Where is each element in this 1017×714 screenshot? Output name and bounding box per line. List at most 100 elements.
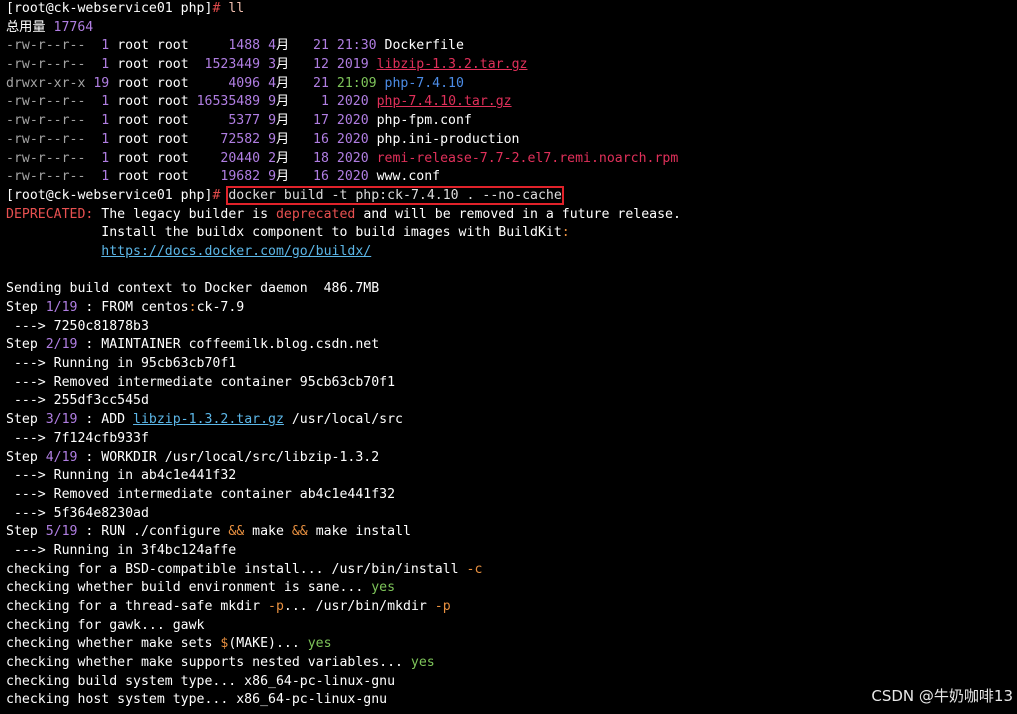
- terminal-text: Step: [6, 300, 46, 315]
- terminal-text: :: [561, 225, 570, 241]
- terminal-text: 16535489: [196, 94, 261, 110]
- terminal-line: Step 2/19 : MAINTAINER coffeemilk.blog.c…: [6, 336, 1017, 355]
- terminal-text: 21: [313, 38, 329, 54]
- terminal-text: 总用量: [6, 19, 54, 35]
- terminal-text: 19: [93, 75, 110, 91]
- terminal-text: 1488: [228, 38, 261, 54]
- terminal-line: drwxr-xr-x 19 root root 4096 4月 21 21:09…: [6, 75, 1017, 94]
- terminal-line: ---> Running in 3f4bc124affe: [6, 542, 1017, 561]
- terminal-text: yes: [307, 636, 332, 652]
- terminal-text: 2020: [336, 150, 369, 166]
- terminal-window[interactable]: [root@ck-webservice01 php]# ll 总用量 17764-…: [0, 0, 1017, 714]
- terminal-text: -rw-r--r--: [6, 94, 86, 110]
- terminal-text: [root@ck-webservice01 php]: [6, 1, 213, 16]
- terminal-text: Step: [6, 337, 46, 353]
- terminal-text: drwxr-xr-x: [6, 75, 86, 91]
- terminal-text: 21:09: [336, 75, 377, 91]
- csdn-watermark: CSDN @牛奶咖啡13: [871, 687, 1013, 705]
- terminal-text: 1523449: [204, 57, 261, 73]
- terminal-text: Step: [6, 449, 46, 465]
- terminal-text: checking whether make sets: [6, 636, 221, 652]
- terminal-text: 21:30: [336, 38, 377, 54]
- terminal-text: and will be removed in a future release.: [355, 206, 681, 222]
- terminal-text: php-7.4.10: [384, 75, 464, 91]
- terminal-text: ---> Removed intermediate container ab4c…: [6, 486, 396, 502]
- terminal-text: &&: [291, 524, 308, 540]
- terminal-line: checking whether make sets $(MAKE)... ye…: [6, 635, 1017, 654]
- terminal-line: checking whether build environment is sa…: [6, 579, 1017, 598]
- terminal-text: : ADD: [77, 412, 134, 428]
- terminal-text: remi-release-7.7-2.el7.remi.noarch.rpm: [376, 150, 679, 166]
- terminal-text: libzip-1.3.2.tar.gz: [133, 412, 284, 428]
- terminal-text: checking whether build environment is sa…: [6, 580, 372, 596]
- terminal-line: Step 5/19 : RUN ./configure && make && m…: [6, 523, 1017, 542]
- terminal-text: -c: [466, 561, 483, 577]
- terminal-text: root root: [109, 94, 197, 110]
- terminal-text: root root: [109, 38, 229, 54]
- terminal-text: #: [212, 187, 229, 203]
- terminal-text: [root@ck-webservice01 php]: [6, 187, 213, 203]
- terminal-text: root root: [109, 75, 229, 91]
- terminal-text: ---> 7f124cfb933f: [6, 430, 149, 446]
- terminal-line: checking build system type... x86_64-pc-…: [6, 673, 1017, 692]
- terminal-text: 18: [313, 150, 329, 166]
- terminal-line: -rw-r--r-- 1 root root 20440 2月 18 2020 …: [6, 150, 1017, 169]
- terminal-text: ---> 255df3cc545d: [6, 393, 149, 409]
- terminal-text: 4: [268, 38, 277, 54]
- terminal-text: 2020: [336, 169, 369, 185]
- terminal-text: https://docs.docker.com/go/buildx/: [101, 243, 372, 259]
- terminal-text: 9: [268, 94, 277, 110]
- terminal-text: #: [212, 1, 229, 16]
- terminal-text: : RUN ./configure: [77, 524, 229, 540]
- terminal-text: The legacy builder is: [93, 206, 276, 222]
- terminal-text: 2020: [336, 131, 369, 147]
- terminal-text: -rw-r--r--: [6, 113, 86, 129]
- terminal-text: 2: [268, 150, 277, 166]
- terminal-line: ---> 255df3cc545d: [6, 392, 1017, 411]
- terminal-text: :: [188, 300, 197, 315]
- terminal-text: php.ini-production: [368, 131, 520, 147]
- terminal-text: yes: [371, 580, 396, 596]
- terminal-line: Step 4/19 : WORKDIR /usr/local/src/libzi…: [6, 449, 1017, 468]
- terminal-line: ---> Running in 95cb63cb70f1: [6, 355, 1017, 374]
- terminal-text: -rw-r--r--: [6, 38, 86, 54]
- terminal-text: root root: [109, 169, 221, 185]
- terminal-text: 2019: [336, 57, 369, 73]
- terminal-text: -rw-r--r--: [6, 57, 86, 73]
- terminal-line: Step 1/19 : FROM centos:ck-7.9: [6, 299, 1017, 318]
- terminal-text: -rw-r--r--: [6, 131, 86, 147]
- terminal-text: www.conf: [368, 169, 441, 185]
- terminal-line: checking for a BSD-compatible install...…: [6, 561, 1017, 580]
- terminal-text: 2/19: [45, 337, 78, 353]
- terminal-text: ... /usr/bin/mkdir: [283, 599, 435, 614]
- terminal-text: 17: [313, 113, 329, 129]
- terminal-text: 5377: [228, 113, 261, 129]
- terminal-text: checking host system type... x86_64-pc-l…: [6, 692, 388, 708]
- terminal-text: -rw-r--r--: [6, 169, 86, 185]
- terminal-text: -p: [268, 599, 284, 614]
- terminal-text: DEPRECATED:: [6, 206, 94, 222]
- terminal-line: checking for gawk... gawk: [6, 617, 1017, 636]
- terminal-text: ---> Running in 3f4bc124affe: [6, 542, 237, 558]
- terminal-text: 月: [276, 169, 314, 185]
- terminal-text: /usr/local/src: [283, 412, 403, 428]
- terminal-text: : MAINTAINER coffeemilk.blog.csdn.net: [77, 337, 380, 353]
- terminal-text: &&: [228, 524, 245, 540]
- terminal-line: -rw-r--r-- 1 root root 19682 9月 16 2020 …: [6, 168, 1017, 187]
- terminal-text: : WORKDIR /usr/local/src/libzip-1.3.2: [77, 449, 380, 465]
